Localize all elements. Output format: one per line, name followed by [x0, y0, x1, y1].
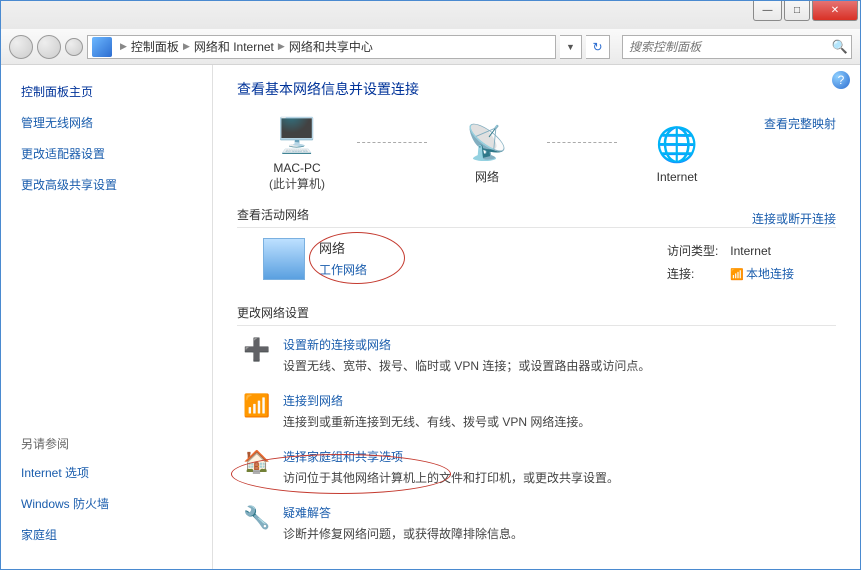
connect-disconnect-link[interactable]: 连接或断开连接: [752, 210, 836, 227]
map-connector: [357, 142, 427, 143]
chevron-right-icon: ▶: [120, 41, 127, 52]
chevron-right-icon: ▶: [183, 41, 190, 52]
network-hub-icon: [463, 122, 511, 164]
breadcrumb-item[interactable]: 网络和 Internet: [194, 38, 274, 55]
network-label: 网络: [427, 168, 547, 185]
minimize-button[interactable]: —: [753, 1, 782, 21]
change-settings-heading: 更改网络设置: [237, 304, 836, 321]
settings-link-0[interactable]: 设置新的连接或网络: [283, 336, 650, 353]
home-icon: [243, 448, 271, 476]
computer-icon: [273, 115, 321, 157]
control-panel-icon: [92, 37, 112, 57]
breadcrumb-item[interactable]: 控制面板: [131, 38, 179, 55]
settings-link-1[interactable]: 连接到网络: [283, 392, 590, 409]
signal-icon: [730, 267, 746, 281]
chevron-right-icon: ▶: [278, 41, 285, 52]
content: ? 查看基本网络信息并设置连接 MAC-PC (此计算机) 网络 Interne…: [213, 65, 860, 569]
see-also-internet-options[interactable]: Internet 选项: [21, 464, 200, 481]
toolbar: ▶ 控制面板 ▶ 网络和 Internet ▶ 网络和共享中心 ▼ ↻ 🔍: [1, 29, 860, 65]
active-networks-heading: 查看活动网络: [237, 206, 836, 223]
access-type-value: Internet: [730, 240, 804, 261]
view-full-map-link[interactable]: 查看完整映射: [764, 115, 836, 132]
trouble-icon: [243, 504, 271, 532]
settings-desc: 设置无线、宽带、拨号、临时或 VPN 连接；或设置路由器或访问点。: [283, 357, 650, 374]
network-icon: [263, 238, 305, 280]
page-title: 查看基本网络信息并设置连接: [237, 79, 836, 99]
breadcrumb-item[interactable]: 网络和共享中心: [289, 38, 373, 55]
network-type-link[interactable]: 工作网络: [319, 261, 509, 278]
connection-link[interactable]: 本地连接: [746, 267, 794, 281]
settings-link-2[interactable]: 选择家庭组和共享选项: [283, 448, 619, 465]
see-also-firewall[interactable]: Windows 防火墙: [21, 495, 200, 512]
internet-label: Internet: [617, 170, 737, 184]
connect-icon: [243, 392, 271, 420]
settings-item: 设置新的连接或网络设置无线、宽带、拨号、临时或 VPN 连接；或设置路由器或访问…: [237, 336, 836, 374]
network-map-network: 网络: [427, 122, 547, 185]
back-button[interactable]: [9, 35, 33, 59]
network-map-computer: MAC-PC (此计算机): [237, 115, 357, 192]
see-also-homegroup[interactable]: 家庭组: [21, 526, 200, 543]
search-box[interactable]: 🔍: [622, 35, 852, 59]
close-button[interactable]: ✕: [812, 1, 858, 21]
breadcrumb-dropdown[interactable]: ▼: [560, 35, 582, 59]
network-map: MAC-PC (此计算机) 网络 Internet 查看完整映射: [237, 115, 836, 192]
active-network-row: 网络 工作网络 访问类型: Internet 连接: 本地连接: [237, 238, 836, 286]
map-connector: [547, 142, 617, 143]
titlebar: — □ ✕: [1, 1, 860, 29]
settings-item: 连接到网络连接到或重新连接到无线、有线、拨号或 VPN 网络连接。: [237, 392, 836, 430]
help-icon[interactable]: ?: [832, 71, 850, 89]
settings-desc: 连接到或重新连接到无线、有线、拨号或 VPN 网络连接。: [283, 413, 590, 430]
see-also-heading: 另请参阅: [21, 435, 200, 452]
computer-label: MAC-PC: [237, 161, 357, 175]
plus-icon: [243, 336, 271, 364]
breadcrumb[interactable]: ▶ 控制面板 ▶ 网络和 Internet ▶ 网络和共享中心: [87, 35, 556, 59]
globe-icon: [653, 124, 701, 166]
connection-label: 连接:: [667, 263, 728, 284]
settings-desc: 诊断并修复网络问题，或获得故障排除信息。: [283, 525, 523, 542]
sidebar-link-adapter[interactable]: 更改适配器设置: [21, 145, 200, 162]
sidebar-heading[interactable]: 控制面板主页: [21, 83, 200, 100]
forward-button[interactable]: [37, 35, 61, 59]
search-input[interactable]: [623, 40, 829, 54]
sidebar-link-advanced-sharing[interactable]: 更改高级共享设置: [21, 176, 200, 193]
sidebar-link-wireless[interactable]: 管理无线网络: [21, 114, 200, 131]
refresh-button[interactable]: ↻: [586, 35, 610, 59]
search-icon[interactable]: 🔍: [829, 39, 851, 55]
maximize-button[interactable]: □: [784, 1, 810, 21]
settings-item: 选择家庭组和共享选项访问位于其他网络计算机上的文件和打印机，或更改共享设置。: [237, 448, 836, 486]
recent-button[interactable]: [65, 38, 83, 56]
network-name: 网络: [319, 238, 509, 257]
settings-item: 疑难解答诊断并修复网络问题，或获得故障排除信息。: [237, 504, 836, 542]
computer-sublabel: (此计算机): [237, 175, 357, 192]
settings-desc: 访问位于其他网络计算机上的文件和打印机，或更改共享设置。: [283, 469, 619, 486]
sidebar: 控制面板主页 管理无线网络 更改适配器设置 更改高级共享设置 另请参阅 Inte…: [1, 65, 213, 569]
settings-link-3[interactable]: 疑难解答: [283, 504, 523, 521]
access-type-label: 访问类型:: [667, 240, 728, 261]
network-map-internet: Internet: [617, 124, 737, 184]
